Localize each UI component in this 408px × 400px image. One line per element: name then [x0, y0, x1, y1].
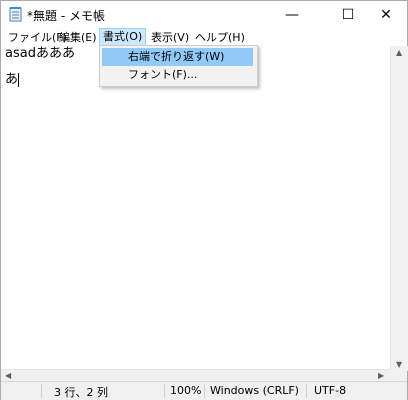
status-separator: [41, 384, 42, 398]
menu-item-word-wrap-label: 右端で折り返す(W): [128, 50, 225, 63]
status-zoom: 100%: [170, 384, 202, 397]
status-separator: [164, 384, 165, 398]
minimize-button[interactable]: —: [269, 1, 315, 29]
menu-help[interactable]: ヘルプ(H): [192, 29, 248, 46]
editor-line-3-text: あ: [5, 72, 19, 87]
status-separator: [306, 384, 307, 398]
menu-item-font[interactable]: フォント(F)...: [102, 66, 253, 84]
window-title: *無題 - メモ帳: [27, 9, 105, 23]
editor-line-1: asadあああ: [5, 46, 75, 61]
status-cursor-position: 3 行、2 列: [54, 386, 108, 399]
text-editor[interactable]: asadあああ あ: [1, 46, 390, 369]
vertical-scrollbar[interactable]: ▲ ▼: [390, 46, 408, 371]
menu-format[interactable]: 書式(O): [99, 28, 147, 46]
status-encoding: UTF-8: [314, 384, 347, 397]
scroll-left-arrow-icon[interactable]: ◀: [5, 371, 11, 380]
notepad-window: *無題 - メモ帳 — ☐ ✕ ファイル(F) 編集(E) 書式(O) 表示(V…: [0, 0, 408, 400]
title-bar[interactable]: *無題 - メモ帳 — ☐ ✕: [1, 1, 407, 29]
scroll-right-arrow-icon[interactable]: ▶: [378, 371, 384, 380]
status-separator: [204, 384, 205, 398]
close-button[interactable]: ✕: [363, 1, 408, 29]
scrollbar-corner: [390, 369, 407, 381]
scroll-up-arrow-icon[interactable]: ▲: [396, 48, 402, 57]
status-line-ending: Windows (CRLF): [210, 384, 299, 397]
text-caret: [18, 72, 20, 87]
status-bar: 3 行、2 列 100% Windows (CRLF) UTF-8: [1, 381, 407, 400]
menu-item-font-label: フォント(F)...: [128, 68, 198, 81]
menu-item-word-wrap[interactable]: 右端で折り返す(W): [102, 48, 253, 66]
notepad-icon: [9, 7, 22, 22]
scroll-down-arrow-icon[interactable]: ▼: [396, 360, 402, 369]
editor-line-3: あ: [5, 68, 20, 87]
menu-view[interactable]: 表示(V): [148, 29, 192, 46]
format-menu-dropdown: 右端で折り返す(W) フォント(F)...: [99, 45, 258, 87]
